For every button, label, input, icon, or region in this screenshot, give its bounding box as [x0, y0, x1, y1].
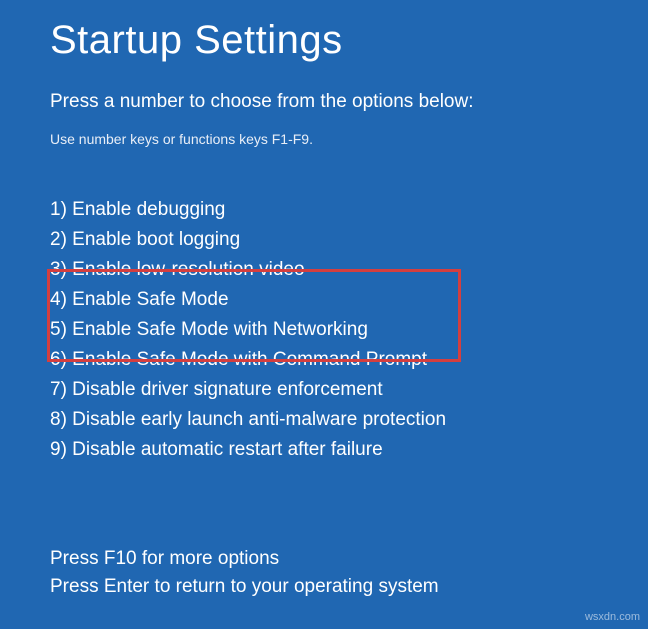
instruction-text: Press a number to choose from the option…: [50, 91, 598, 113]
option-6-safe-mode-command-prompt[interactable]: 6) Enable Safe Mode with Command Prompt: [50, 345, 598, 375]
return-text: Press Enter to return to your operating …: [50, 573, 598, 601]
option-7-disable-driver-signature[interactable]: 7) Disable driver signature enforcement: [50, 375, 598, 405]
option-5-safe-mode-networking[interactable]: 5) Enable Safe Mode with Networking: [50, 315, 598, 345]
option-8-disable-anti-malware[interactable]: 8) Disable early launch anti-malware pro…: [50, 405, 598, 435]
hint-text: Use number keys or functions keys F1-F9.: [50, 131, 598, 147]
footer-instructions: Press F10 for more options Press Enter t…: [50, 545, 598, 601]
options-list: 1) Enable debugging 2) Enable boot loggi…: [50, 195, 598, 465]
option-4-safe-mode[interactable]: 4) Enable Safe Mode: [50, 285, 598, 315]
option-1-debugging[interactable]: 1) Enable debugging: [50, 195, 598, 225]
watermark-text: wsxdn.com: [585, 611, 640, 623]
option-2-boot-logging[interactable]: 2) Enable boot logging: [50, 225, 598, 255]
page-title: Startup Settings: [50, 18, 598, 63]
option-9-disable-auto-restart[interactable]: 9) Disable automatic restart after failu…: [50, 435, 598, 465]
more-options-text: Press F10 for more options: [50, 545, 598, 573]
option-3-low-resolution[interactable]: 3) Enable low-resolution video: [50, 255, 598, 285]
